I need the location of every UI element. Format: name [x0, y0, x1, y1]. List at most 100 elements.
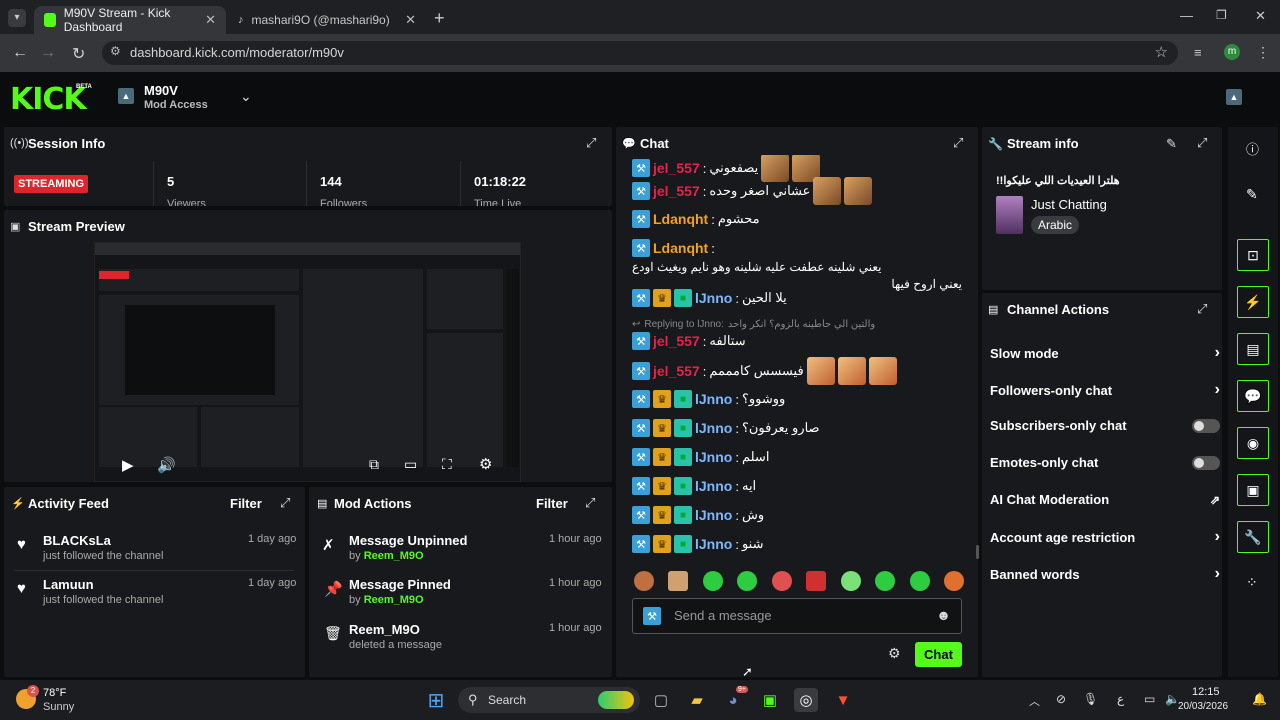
- broadcast-signal-icon[interactable]: ◉: [1237, 427, 1269, 459]
- send-chat-button[interactable]: Chat: [915, 642, 962, 667]
- windows-start-icon[interactable]: ⊞: [424, 688, 448, 712]
- chat-message[interactable]: ⚒ ♛ ■ lJnno: اسلم: [632, 448, 962, 466]
- popout-icon[interactable]: ⤢: [586, 135, 596, 151]
- chat-username[interactable]: lJnno: [695, 536, 732, 552]
- popout-icon[interactable]: ⤢: [280, 495, 290, 511]
- fullscreen-icon[interactable]: ⛶: [442, 456, 452, 473]
- video-player[interactable]: [94, 242, 521, 482]
- forward-icon[interactable]: →: [40, 44, 56, 62]
- chrome-icon[interactable]: ◎: [794, 688, 818, 712]
- chat-message[interactable]: ⚒ Ldanqht: محشوم: [632, 210, 962, 228]
- minimize-icon[interactable]: —: [1180, 8, 1193, 23]
- chat-settings-gear-icon[interactable]: ⚙: [888, 645, 901, 662]
- chat-username[interactable]: Ldanqht: [653, 240, 708, 256]
- user-avatar[interactable]: ▲: [1226, 89, 1242, 105]
- close-icon[interactable]: ✕: [205, 12, 216, 28]
- new-tab-icon[interactable]: +: [434, 8, 445, 29]
- wrench-tool-icon[interactable]: 🔧: [1237, 521, 1269, 553]
- chat-username[interactable]: lJnno: [695, 420, 732, 436]
- moderator-name[interactable]: Reem_M9O: [364, 594, 424, 606]
- emote-button[interactable]: [702, 571, 723, 591]
- settings-gear-icon[interactable]: ⚙: [479, 455, 492, 473]
- chat-message[interactable]: ⚒ ♛ ■ lJnno: يلا الحين: [632, 289, 962, 307]
- account-age-row[interactable]: Account age restriction ›: [990, 528, 1220, 546]
- tab-search-icon[interactable]: ▾: [8, 9, 26, 27]
- emoji-picker-icon[interactable]: ☻: [936, 607, 951, 623]
- category-name[interactable]: Just Chatting: [1031, 197, 1107, 212]
- input-language[interactable]: ع: [1117, 692, 1124, 706]
- chat-message[interactable]: ⚒ ♛ ■ lJnno: صارو يعرفون؟: [632, 419, 962, 437]
- emote-button[interactable]: [806, 571, 827, 591]
- clock-time[interactable]: 12:15: [1192, 686, 1220, 698]
- browser-menu-icon[interactable]: ⋮: [1256, 44, 1270, 61]
- chat-icon[interactable]: 💬: [1237, 380, 1269, 412]
- subscribers-only-toggle[interactable]: [1192, 418, 1220, 433]
- followers-only-row[interactable]: Followers-only chat ›: [990, 381, 1220, 399]
- picture-in-picture-icon[interactable]: ⧉: [369, 456, 379, 473]
- chat-message[interactable]: ⚒ ♛ ■ lJnno: وش: [632, 506, 962, 524]
- popout-icon[interactable]: ⤢: [1197, 301, 1207, 317]
- taskbar-search[interactable]: ⚲ Search: [458, 687, 640, 713]
- popout-icon[interactable]: ⤢: [1197, 135, 1207, 151]
- apps-icon[interactable]: ⁘: [1246, 574, 1258, 591]
- emote-button[interactable]: [943, 571, 964, 591]
- weather-temp[interactable]: 78°F: [43, 687, 66, 699]
- notification-bell-icon[interactable]: 🔔: [1252, 692, 1267, 706]
- chat-username[interactable]: lJnno: [695, 449, 732, 465]
- notes-icon[interactable]: ▤: [1237, 333, 1269, 365]
- close-icon[interactable]: ✕: [405, 12, 416, 28]
- channel-switcher-chevron-icon[interactable]: ⌄: [240, 88, 252, 105]
- activity-filter-button[interactable]: Filter: [230, 496, 262, 511]
- lightning-icon[interactable]: ⚡: [1237, 286, 1269, 318]
- edit-pencil-icon[interactable]: ✎: [1166, 136, 1177, 152]
- chat-message[interactable]: ⚒ jel_557: ستالفه: [632, 332, 962, 350]
- emote-button[interactable]: [875, 571, 896, 591]
- activity-user[interactable]: Lamuun: [43, 577, 94, 592]
- chat-username[interactable]: lJnno: [695, 391, 732, 407]
- moderator-name[interactable]: Reem_M9O: [364, 550, 424, 562]
- window-close-icon[interactable]: ✕: [1255, 8, 1266, 24]
- screen-capture-icon[interactable]: ⊡: [1237, 239, 1269, 271]
- theater-mode-icon[interactable]: ▭: [404, 456, 417, 473]
- reload-icon[interactable]: ↻: [72, 44, 85, 64]
- chat-username[interactable]: lJnno: [695, 478, 732, 494]
- chat-message[interactable]: ⚒ jel_557: عشاني اصغر وحده: [632, 177, 962, 205]
- popout-icon[interactable]: ⤢: [585, 495, 595, 511]
- chat-scrollbar[interactable]: [976, 545, 979, 559]
- chat-username[interactable]: lJnno: [695, 290, 732, 306]
- info-icon[interactable]: ⓘ: [1246, 139, 1259, 158]
- ai-moderation-row[interactable]: AI Chat Moderation ⇗: [990, 492, 1220, 507]
- site-info-icon[interactable]: ⚙: [110, 44, 121, 58]
- emote-button[interactable]: [909, 571, 930, 591]
- slow-mode-row[interactable]: Slow mode ›: [990, 344, 1220, 362]
- emote-button[interactable]: [668, 571, 689, 591]
- chat-username[interactable]: Ldanqht: [653, 211, 708, 227]
- chat-message[interactable]: ⚒ ♛ ■ lJnno: ايه: [632, 477, 962, 495]
- chat-message[interactable]: ⚒ ♛ ■ lJnno: شنو: [632, 535, 962, 553]
- kick-app-icon[interactable]: ▣: [758, 688, 782, 712]
- chat-message[interactable]: ⚒ Ldanqht: يعني شلينه عطفت عليه شلينه وه…: [632, 239, 962, 291]
- url-input[interactable]: ⚙ dashboard.kick.com/moderator/m90v ☆: [102, 41, 1178, 65]
- emote-button[interactable]: [840, 571, 861, 591]
- mod-filter-button[interactable]: Filter: [536, 496, 568, 511]
- chat-message[interactable]: ⚒ ♛ ■ lJnno: ووشوو؟: [632, 390, 962, 408]
- network-icon[interactable]: ▭: [1144, 692, 1155, 706]
- chat-message-input[interactable]: ⚒ Send a message ☻: [632, 598, 962, 634]
- edit-icon[interactable]: ✎: [1246, 186, 1258, 203]
- emotes-only-toggle[interactable]: [1192, 455, 1220, 470]
- volume-icon[interactable]: 🔊: [157, 456, 176, 474]
- media-control-icon[interactable]: ≡: [1194, 45, 1202, 60]
- emote-button[interactable]: [634, 571, 654, 591]
- chat-username[interactable]: jel_557: [653, 160, 700, 176]
- brave-icon[interactable]: ▼: [831, 688, 855, 712]
- activity-user[interactable]: BLACKsLa: [43, 533, 111, 548]
- tab-tiktok[interactable]: ♪ mashari9O (@mashari9o) | TikTok ✕: [228, 6, 426, 34]
- back-icon[interactable]: ←: [12, 44, 28, 62]
- bookmark-star-icon[interactable]: ☆: [1155, 43, 1168, 61]
- layout-icon[interactable]: ▣: [1237, 474, 1269, 506]
- microphone-icon[interactable]: 🎙: [1083, 692, 1098, 706]
- banned-words-row[interactable]: Banned words ›: [990, 565, 1220, 583]
- chat-messages[interactable]: ⚒ jel_557: يصفعوني ⚒ jel_557: عشاني اصغر…: [616, 155, 978, 560]
- restore-icon[interactable]: ❐: [1216, 8, 1227, 22]
- play-icon[interactable]: ▶: [122, 456, 134, 474]
